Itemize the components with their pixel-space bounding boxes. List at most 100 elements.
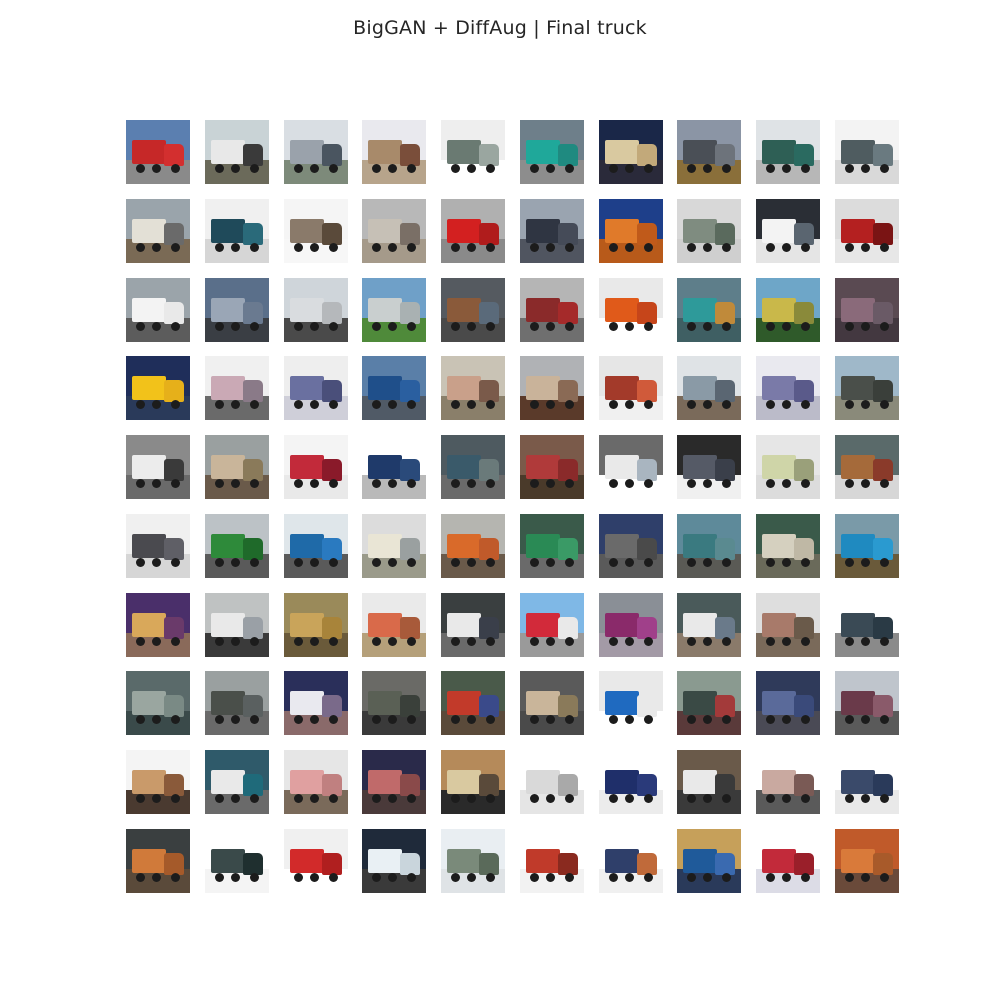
- truck-body: [132, 691, 166, 715]
- truck-wheel: [801, 243, 810, 252]
- generated-truck-sample: [126, 829, 190, 893]
- truck-body: [368, 298, 402, 322]
- generated-truck-sample: [205, 120, 269, 184]
- truck-cab: [558, 302, 578, 324]
- truck-wheel: [486, 558, 495, 567]
- truck-wheel: [136, 322, 145, 331]
- truck-wheel: [407, 479, 416, 488]
- generated-truck-sample: [756, 829, 820, 893]
- truck-cab: [637, 380, 657, 402]
- truck-cab: [794, 853, 814, 875]
- generated-truck-sample: [441, 356, 505, 420]
- generated-truck-sample: [284, 356, 348, 420]
- truck-cab: [558, 459, 578, 481]
- truck-body: [683, 613, 717, 637]
- truck-body: [683, 219, 717, 243]
- truck-wheel: [766, 400, 775, 409]
- truck-wheel: [388, 400, 397, 409]
- truck-body: [290, 691, 324, 715]
- truck-body: [683, 376, 717, 400]
- truck-body: [290, 455, 324, 479]
- truck-body: [605, 376, 639, 400]
- truck-cab: [164, 617, 184, 639]
- truck-cab: [400, 144, 420, 166]
- truck-cab: [164, 853, 184, 875]
- truck-cab: [715, 774, 735, 796]
- truck-wheel: [845, 873, 854, 882]
- truck-wheel: [152, 479, 161, 488]
- truck-body: [447, 140, 481, 164]
- truck-wheel: [565, 479, 574, 488]
- truck-wheel: [294, 243, 303, 252]
- generated-truck-sample: [362, 514, 426, 578]
- truck-cab: [243, 695, 263, 717]
- generated-truck-sample: [599, 199, 663, 263]
- truck-body: [841, 376, 875, 400]
- truck-wheel: [609, 164, 618, 173]
- truck-cab: [558, 223, 578, 245]
- truck-wheel: [310, 243, 319, 252]
- truck-cab: [558, 774, 578, 796]
- generated-truck-sample: [835, 356, 899, 420]
- truck-cab: [715, 538, 735, 560]
- truck-cab: [873, 302, 893, 324]
- truck-wheel: [766, 243, 775, 252]
- truck-body: [447, 770, 481, 794]
- truck-wheel: [231, 873, 240, 882]
- generated-truck-sample: [520, 199, 584, 263]
- truck-wheel: [215, 243, 224, 252]
- truck-cab: [637, 853, 657, 875]
- truck-wheel: [609, 794, 618, 803]
- generated-truck-sample: [756, 278, 820, 342]
- generated-truck-sample: [362, 435, 426, 499]
- truck-cab: [637, 302, 657, 324]
- generated-truck-sample: [756, 671, 820, 735]
- truck-wheel: [372, 322, 381, 331]
- generated-truck-sample: [599, 750, 663, 814]
- truck-cab: [558, 617, 578, 639]
- truck-wheel: [644, 558, 653, 567]
- truck-cab: [479, 774, 499, 796]
- generated-truck-sample: [126, 120, 190, 184]
- truck-cab: [794, 459, 814, 481]
- generated-truck-sample: [362, 750, 426, 814]
- truck-wheel: [152, 715, 161, 724]
- truck-cab: [243, 144, 263, 166]
- truck-wheel: [625, 322, 634, 331]
- generated-truck-sample: [756, 435, 820, 499]
- truck-wheel: [451, 873, 460, 882]
- truck-wheel: [546, 164, 555, 173]
- truck-wheel: [231, 164, 240, 173]
- truck-wheel: [294, 715, 303, 724]
- generated-truck-sample: [677, 750, 741, 814]
- truck-cab: [637, 774, 657, 796]
- generated-truck-sample: [126, 671, 190, 735]
- truck-wheel: [136, 479, 145, 488]
- truck-wheel: [136, 715, 145, 724]
- truck-wheel: [801, 322, 810, 331]
- truck-wheel: [766, 322, 775, 331]
- truck-wheel: [625, 794, 634, 803]
- generated-truck-sample: [362, 593, 426, 657]
- truck-cab: [164, 695, 184, 717]
- truck-wheel: [703, 637, 712, 646]
- truck-body: [211, 376, 245, 400]
- truck-wheel: [310, 558, 319, 567]
- truck-body: [447, 455, 481, 479]
- generated-truck-sample: [441, 435, 505, 499]
- truck-cab: [873, 223, 893, 245]
- truck-body: [447, 376, 481, 400]
- truck-cab: [164, 223, 184, 245]
- generated-truck-sample: [284, 750, 348, 814]
- truck-wheel: [801, 164, 810, 173]
- truck-wheel: [609, 558, 618, 567]
- truck-wheel: [687, 794, 696, 803]
- truck-wheel: [310, 479, 319, 488]
- truck-wheel: [880, 322, 889, 331]
- truck-wheel: [565, 873, 574, 882]
- truck-cab: [400, 459, 420, 481]
- truck-wheel: [845, 637, 854, 646]
- truck-wheel: [215, 164, 224, 173]
- truck-wheel: [845, 794, 854, 803]
- truck-wheel: [215, 637, 224, 646]
